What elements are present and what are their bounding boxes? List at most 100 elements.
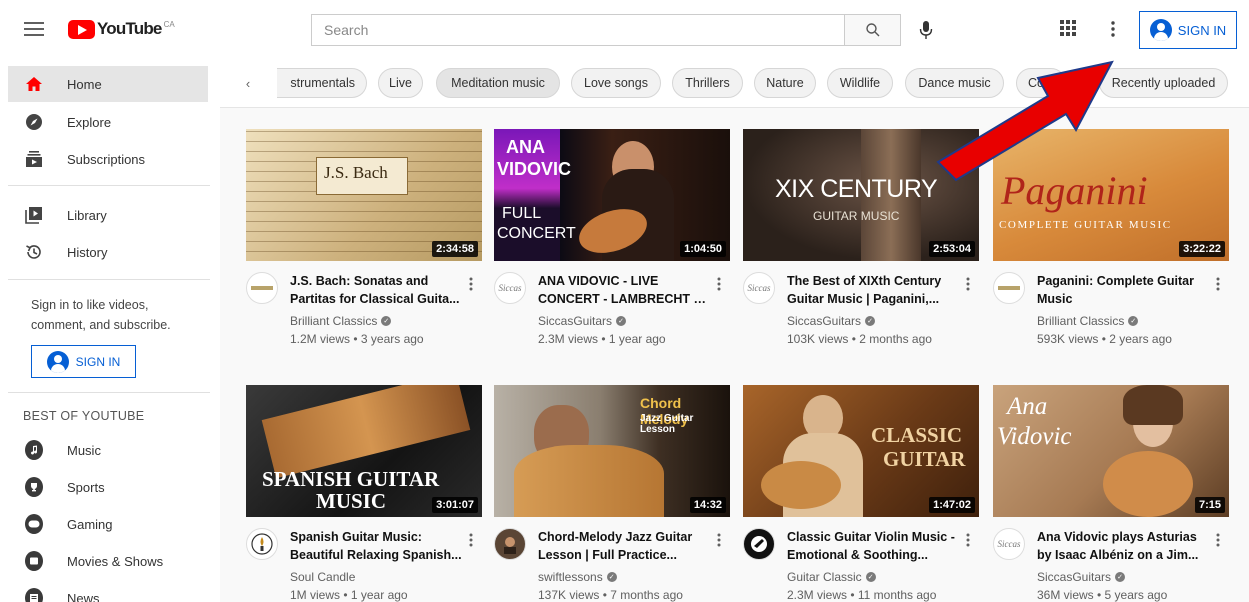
voice-search-button[interactable] bbox=[912, 16, 940, 44]
video-options-button[interactable] bbox=[466, 275, 476, 293]
sidebar-item-explore[interactable]: Explore bbox=[8, 104, 208, 140]
video-thumbnail[interactable]: XIX CENTURY GUITAR MUSIC 2:53:04 bbox=[743, 129, 979, 261]
video-thumbnail[interactable]: CLASSIC GUITAR 1:47:02 bbox=[743, 385, 979, 517]
chip-partial[interactable]: Co bbox=[1016, 68, 1066, 98]
chip-dance-music[interactable]: Dance music bbox=[905, 68, 1004, 98]
thumbnail-line: GUITAR MUSIC bbox=[813, 209, 900, 223]
settings-more-button[interactable] bbox=[1104, 18, 1122, 40]
channel-name[interactable]: Soul Candle bbox=[290, 570, 355, 584]
news-icon bbox=[25, 588, 43, 602]
video-meta: 103K views • 2 months ago bbox=[787, 332, 932, 346]
channel-avatar[interactable] bbox=[246, 272, 278, 304]
chip-thrillers[interactable]: Thrillers bbox=[672, 68, 743, 98]
sidebar-item-sports[interactable]: Sports bbox=[8, 469, 208, 505]
video-thumbnail[interactable]: Ana Vidovic 7:15 bbox=[993, 385, 1229, 517]
sign-in-button[interactable]: SIGN IN bbox=[1139, 11, 1237, 49]
search-input[interactable] bbox=[311, 14, 844, 46]
subscriptions-icon bbox=[25, 150, 43, 168]
sidebar-item-subscriptions[interactable]: Subscriptions bbox=[8, 141, 208, 177]
thumbnail-title: J.S. Bach bbox=[324, 163, 388, 182]
channel-avatar[interactable]: Siccas bbox=[494, 272, 526, 304]
channel-avatar[interactable] bbox=[993, 272, 1025, 304]
search-button[interactable] bbox=[844, 14, 901, 46]
video-thumbnail[interactable]: Chord Melody Jazz Guitar Lesson 14:32 bbox=[494, 385, 730, 517]
sidebar-item-history[interactable]: History bbox=[8, 234, 208, 270]
chip-instrumentals[interactable]: strumentals bbox=[277, 68, 367, 98]
sidebar-item-label: Sports bbox=[67, 479, 105, 495]
video-thumbnail[interactable]: J.S. Bach 2:34:58 bbox=[246, 129, 482, 261]
channel-avatar[interactable] bbox=[743, 528, 775, 560]
video-options-button[interactable] bbox=[1213, 531, 1223, 549]
menu-button[interactable] bbox=[22, 18, 46, 40]
sidebar-item-music[interactable]: Music bbox=[8, 432, 208, 468]
video-options-button[interactable] bbox=[963, 531, 973, 549]
sidebar-item-library[interactable]: Library bbox=[8, 197, 208, 233]
chip-nature[interactable]: Nature bbox=[754, 68, 816, 98]
channel-name[interactable]: SiccasGuitars ✓ bbox=[538, 314, 627, 328]
video-thumbnail[interactable]: Paganini COMPLETE GUITAR MUSIC 3:22:22 bbox=[993, 129, 1229, 261]
video-title[interactable]: J.S. Bach: Sonatas and Partitas for Clas… bbox=[290, 272, 462, 308]
video-options-button[interactable] bbox=[714, 531, 724, 549]
sidebar-item-news[interactable]: News bbox=[8, 580, 208, 602]
video-options-button[interactable] bbox=[1213, 275, 1223, 293]
channel-name[interactable]: Brilliant Classics ✓ bbox=[290, 314, 392, 328]
apps-button[interactable] bbox=[1058, 18, 1080, 40]
video-title[interactable]: ANA VIDOVIC - LIVE CONCERT - LAMBRECHT –… bbox=[538, 272, 710, 308]
channel-avatar[interactable]: Siccas bbox=[743, 272, 775, 304]
channel-avatar[interactable] bbox=[494, 528, 526, 560]
channel-name[interactable]: SiccasGuitars ✓ bbox=[1037, 570, 1126, 584]
thumbnail-line: ANA bbox=[506, 137, 545, 157]
video-title[interactable]: Ana Vidovic plays Asturias by Isaac Albé… bbox=[1037, 528, 1209, 564]
verified-check-icon: ✓ bbox=[865, 572, 876, 582]
channel-avatar[interactable]: Siccas bbox=[993, 528, 1025, 560]
account-icon bbox=[46, 350, 69, 373]
youtube-logo[interactable]: YouTube CA bbox=[68, 19, 175, 39]
guitar-classic-logo-icon bbox=[751, 536, 767, 552]
verified-check-icon: ✓ bbox=[865, 316, 876, 326]
channel-name[interactable]: SiccasGuitars ✓ bbox=[787, 314, 876, 328]
more-vertical-icon bbox=[1216, 277, 1220, 291]
home-icon bbox=[25, 75, 43, 93]
channel-avatar[interactable] bbox=[246, 528, 278, 560]
sidebar-item-gaming[interactable]: Gaming bbox=[8, 506, 208, 542]
thumbnail-line: Jazz Guitar Lesson bbox=[640, 413, 694, 435]
chip-recently-uploaded[interactable]: Recently uploaded bbox=[1099, 68, 1228, 98]
chip-live[interactable]: Live bbox=[378, 68, 423, 98]
guitar-body bbox=[761, 461, 841, 509]
siccas-logo-icon: Siccas bbox=[997, 539, 1021, 549]
sidebar-sign-in-button[interactable]: SIGN IN bbox=[31, 345, 136, 378]
sidebar-item-home[interactable]: Home bbox=[8, 66, 208, 102]
more-vertical-icon bbox=[1216, 533, 1220, 547]
video-title[interactable]: Spanish Guitar Music: Beautiful Relaxing… bbox=[290, 528, 462, 564]
guitar-photo bbox=[261, 385, 471, 479]
verified-check-icon: ✓ bbox=[1115, 572, 1126, 582]
thumbnail-line: Ana bbox=[1007, 393, 1048, 420]
video-title[interactable]: The Best of XIXth Century Guitar Music |… bbox=[787, 272, 959, 308]
video-title[interactable]: Chord-Melody Jazz Guitar Lesson | Full P… bbox=[538, 528, 710, 564]
video-meta: 593K views • 2 years ago bbox=[1037, 332, 1172, 346]
thumbnail-line: CONCERT bbox=[497, 225, 576, 242]
video-options-button[interactable] bbox=[963, 275, 973, 293]
channel-name[interactable]: Guitar Classic ✓ bbox=[787, 570, 876, 584]
chips-scroll-left-button[interactable]: ‹ bbox=[238, 72, 258, 94]
chip-love-songs[interactable]: Love songs bbox=[571, 68, 661, 98]
video-thumbnail[interactable]: SPANISH GUITAR MUSIC 3:01:07 bbox=[246, 385, 482, 517]
channel-name[interactable]: swiftlessons ✓ bbox=[538, 570, 617, 584]
top-bar: YouTube CA Search SIGN IN bbox=[0, 0, 1249, 58]
sidebar-item-movies-shows[interactable]: Movies & Shows bbox=[8, 543, 208, 579]
chip-meditation-music[interactable]: Meditation music bbox=[436, 68, 560, 98]
video-thumbnail[interactable]: ANA VIDOVIC FULL CONCERT 1:04:50 bbox=[494, 129, 730, 261]
video-title[interactable]: Classic Guitar Violin Music - Emotional … bbox=[787, 528, 959, 564]
video-duration: 2:34:58 bbox=[432, 241, 478, 257]
video-title[interactable]: Paganini: Complete Guitar Music bbox=[1037, 272, 1209, 308]
video-meta: 137K views • 7 months ago bbox=[538, 588, 683, 602]
thumbnail-line: FULL bbox=[502, 205, 542, 222]
guitar-photo bbox=[514, 445, 664, 517]
video-options-button[interactable] bbox=[466, 531, 476, 549]
channel-name[interactable]: Brilliant Classics ✓ bbox=[1037, 314, 1139, 328]
sidebar-item-label: Subscriptions bbox=[67, 151, 146, 167]
sidebar-item-label: History bbox=[67, 244, 108, 260]
chip-wildlife[interactable]: Wildlife bbox=[827, 68, 893, 98]
play-logo-icon bbox=[68, 19, 95, 39]
video-options-button[interactable] bbox=[714, 275, 724, 293]
